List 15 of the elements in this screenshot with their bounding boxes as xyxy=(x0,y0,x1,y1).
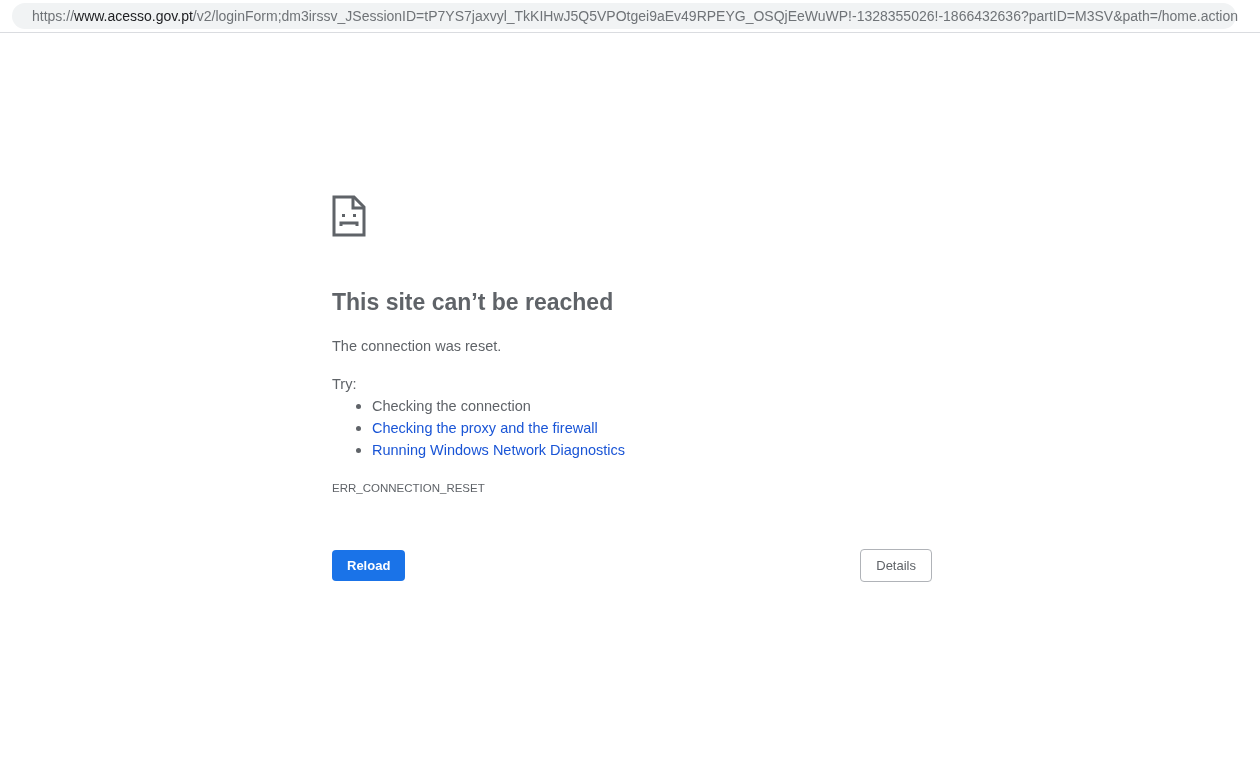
url-text: https://www.acesso.gov.pt/v2/loginForm;dm3irssv_JSessionID=tP7YS7jaxvyl_TkKIHwJ5Q5VPOtgei9aEv49RPEYG_OSQjEeWuWP!-1328355026!-1866432636?partID=M3SV&path=/home.action xyxy=(32,8,1239,24)
error-title: This site can’t be reached xyxy=(332,289,614,316)
error-code: ERR_CONNECTION_RESET xyxy=(332,482,485,494)
details-button[interactable]: Details xyxy=(860,549,932,582)
bullet-icon xyxy=(356,403,361,409)
try-label: Try: xyxy=(332,376,357,392)
suggestion-link[interactable]: Running Windows Network Diagnostics xyxy=(372,442,626,458)
address-bar[interactable]: https://www.acesso.gov.pt/v2/loginForm;dm3irssv_JSessionID=tP7YS7jaxvyl_TkKIHwJ5Q5VPOtgei9aEv49RPEYG_OSQjEeWuWP!-1328355026!-1866432636?partID=M3SV&path=/home.action xyxy=(12,3,1236,29)
sad-page-icon xyxy=(332,195,366,237)
suggestion-link[interactable]: Checking the proxy and the firewall xyxy=(372,420,598,436)
bullet-icon xyxy=(356,425,361,431)
error-message: The connection was reset. xyxy=(332,338,502,354)
suggestion-text: Checking the connection xyxy=(372,398,531,414)
reload-button[interactable]: Reload xyxy=(332,550,406,581)
bullet-icon xyxy=(356,447,361,453)
